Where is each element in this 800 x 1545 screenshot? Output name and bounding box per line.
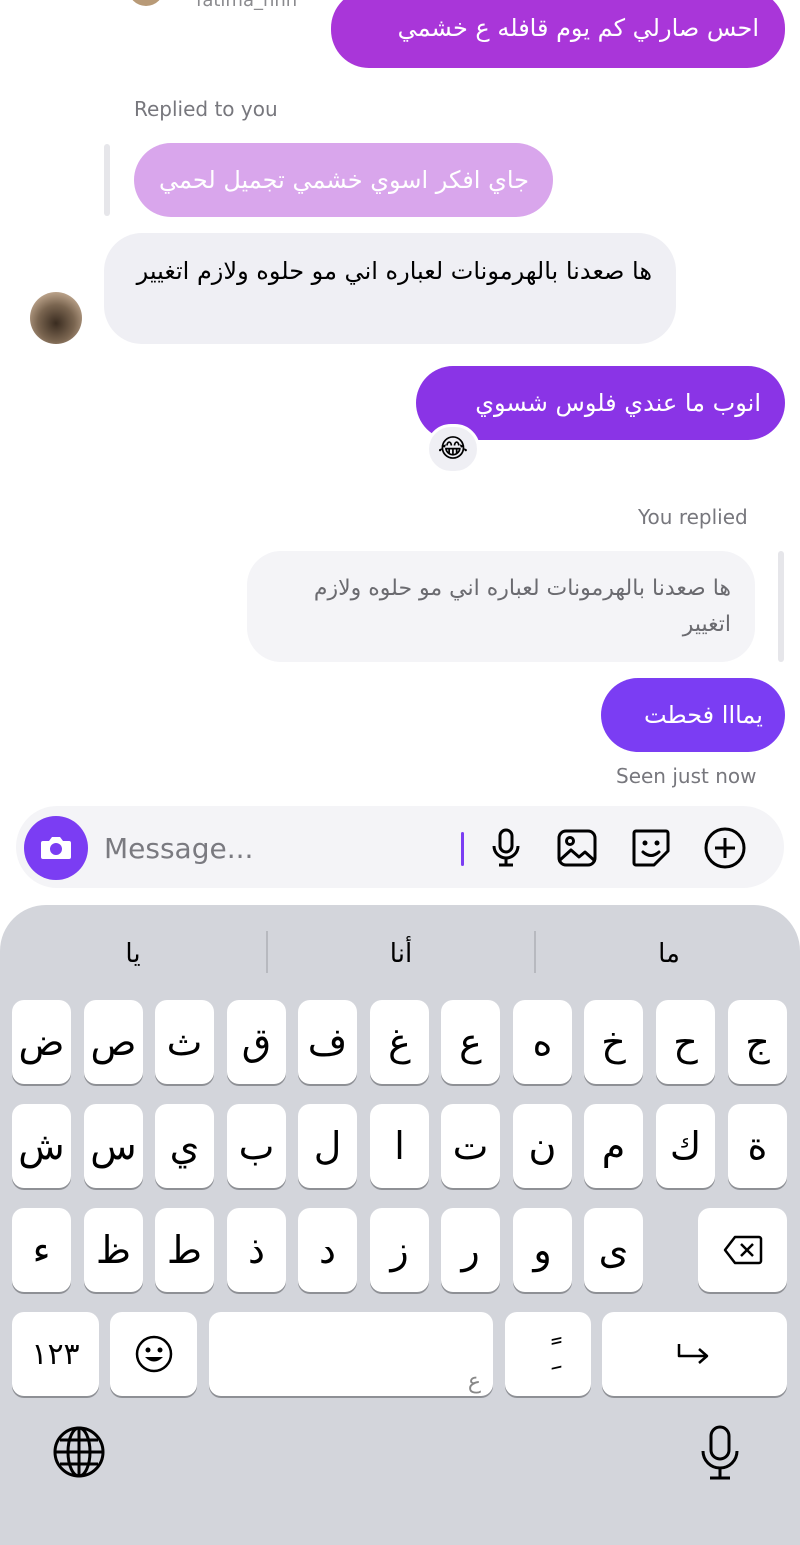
key[interactable]: ل [298, 1104, 357, 1188]
key[interactable]: ا [370, 1104, 429, 1188]
message-input[interactable] [104, 826, 444, 870]
quoted-own-bubble[interactable]: ها صعدنا بالهرمونات لعباره اني مو حلوه و… [247, 551, 755, 662]
globe-icon [53, 1426, 105, 1478]
key[interactable]: ط [155, 1208, 214, 1292]
key[interactable]: ن [513, 1104, 572, 1188]
numbers-key[interactable]: ١٢٣ [12, 1312, 99, 1396]
key[interactable]: ح [656, 1000, 715, 1084]
plus-button[interactable] [702, 825, 748, 871]
key[interactable]: ر [441, 1208, 500, 1292]
key[interactable]: ج [728, 1000, 787, 1084]
key[interactable]: ش [12, 1104, 71, 1188]
emoji-icon [135, 1335, 172, 1373]
key[interactable]: ث [155, 1000, 214, 1084]
key[interactable]: ت [441, 1104, 500, 1188]
key[interactable]: ز [370, 1208, 429, 1292]
key[interactable]: ك [656, 1104, 715, 1188]
sticker-icon [632, 829, 670, 867]
message-bubble-sent[interactable]: احس صارلي كم يوم قافله ع خشمي [331, 0, 785, 68]
suggestion-2[interactable]: أنا [268, 929, 534, 979]
key[interactable]: ب [227, 1104, 286, 1188]
dictation-button[interactable] [698, 1425, 742, 1485]
header-avatar[interactable] [128, 0, 164, 6]
keyboard: يا أنا ما ج ح خ ه ع غ ف ق ث ص ض ة ك م ن … [0, 905, 800, 1545]
replied-to-you-label: Replied to you [134, 97, 278, 121]
reply-rail [778, 551, 784, 662]
key[interactable]: ه [513, 1000, 572, 1084]
suggestion-3[interactable]: يا [0, 929, 266, 979]
suggestion-1[interactable]: ما [536, 929, 800, 979]
backspace-key[interactable] [698, 1208, 787, 1292]
message-composer [16, 806, 784, 888]
key[interactable]: س [84, 1104, 143, 1188]
key[interactable]: و [513, 1208, 572, 1292]
quoted-reply-bubble[interactable]: جاي افكر اسوي خشمي تجميل لحمي [134, 143, 553, 217]
text-caret [461, 832, 464, 866]
key[interactable]: ف [298, 1000, 357, 1084]
message-bubble-sent[interactable]: يمااا فحطت [601, 678, 785, 752]
dictation-mic-icon [701, 1425, 739, 1480]
space-hint: ع [467, 1369, 481, 1394]
microphone-icon [492, 828, 520, 867]
key[interactable]: م [584, 1104, 643, 1188]
you-replied-label: You replied [638, 505, 748, 529]
seen-status: Seen just now [616, 764, 757, 788]
key[interactable]: ء [12, 1208, 71, 1292]
return-icon [677, 1344, 708, 1364]
key[interactable]: ي [155, 1104, 214, 1188]
gallery-button[interactable] [554, 825, 600, 871]
globe-button[interactable] [52, 1425, 106, 1483]
message-bubble-received[interactable]: ها صعدنا بالهرمونات لعباره اني مو حلوه و… [104, 233, 676, 344]
key[interactable]: خ [584, 1000, 643, 1084]
sender-avatar[interactable] [30, 292, 82, 344]
camera-icon [41, 837, 71, 859]
gallery-icon [557, 829, 597, 867]
emoji-key[interactable] [110, 1312, 197, 1396]
key[interactable]: د [298, 1208, 357, 1292]
plus-icon [704, 827, 746, 869]
key[interactable]: ذ [227, 1208, 286, 1292]
header-username[interactable]: fatima_hhh [196, 0, 297, 11]
sticker-button[interactable] [628, 825, 674, 871]
reply-rail [104, 144, 110, 216]
key[interactable]: ق [227, 1000, 286, 1084]
diacritic-key[interactable]: ًِ [505, 1312, 591, 1396]
key[interactable]: ص [84, 1000, 143, 1084]
space-key[interactable]: ع [209, 1312, 493, 1396]
key[interactable]: ع [441, 1000, 500, 1084]
key[interactable]: ض [12, 1000, 71, 1084]
camera-button[interactable] [24, 816, 88, 880]
return-key[interactable] [602, 1312, 787, 1396]
key[interactable]: ى [584, 1208, 643, 1292]
microphone-button[interactable] [483, 825, 529, 871]
key[interactable]: ظ [84, 1208, 143, 1292]
key[interactable]: ة [728, 1104, 787, 1188]
reaction-emoji[interactable]: 😂 [426, 424, 480, 474]
chat-thread: fatima_hhh احس صارلي كم يوم قافله ع خشمي… [0, 0, 800, 905]
backspace-icon [723, 1235, 762, 1265]
key[interactable]: غ [370, 1000, 429, 1084]
message-bubble-sent[interactable]: انوب ما عندي فلوس شسوي [416, 366, 785, 440]
